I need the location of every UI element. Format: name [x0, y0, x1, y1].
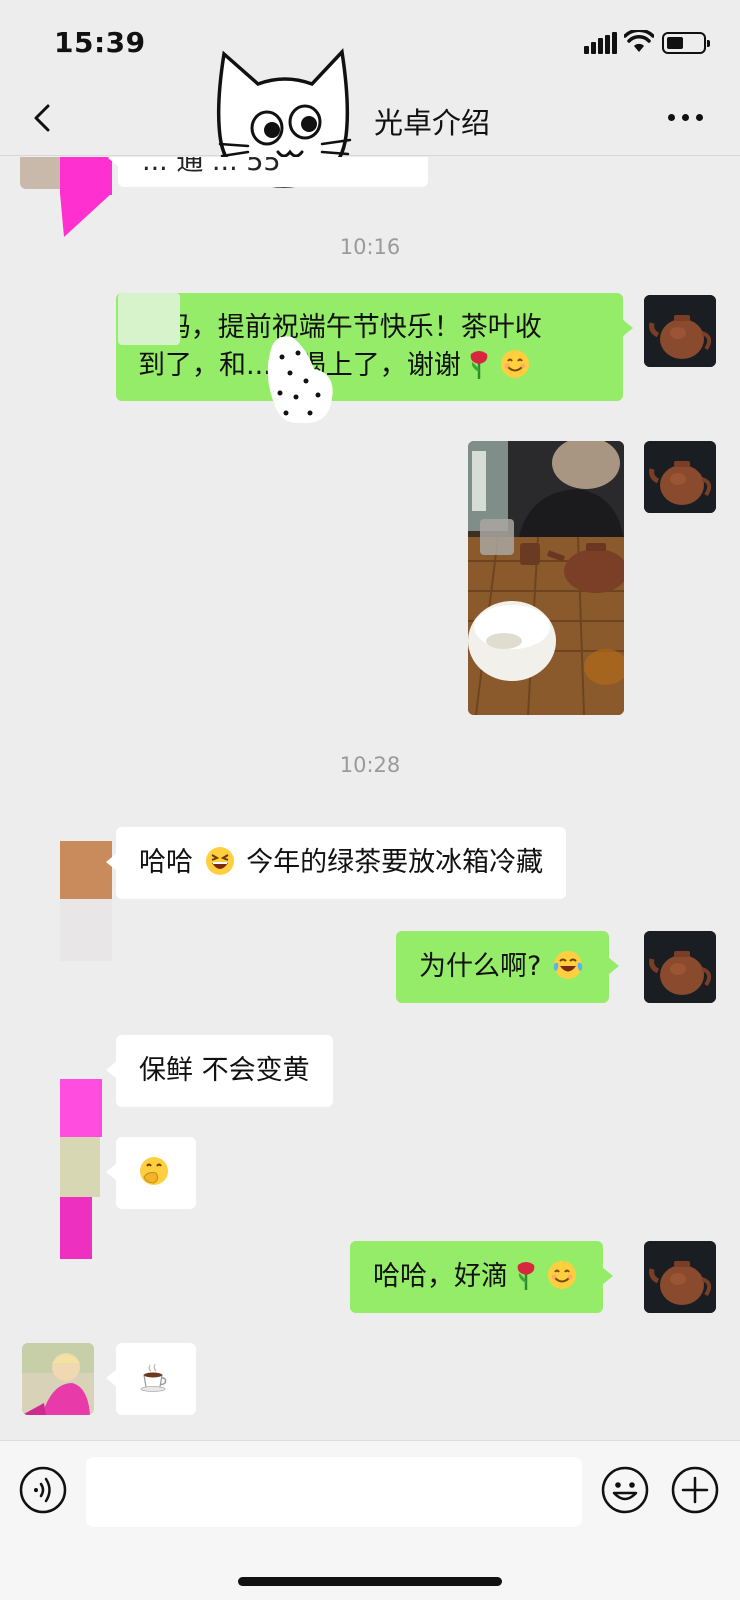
message-bubble[interactable] [106, 1137, 196, 1209]
home-indicator [238, 1577, 502, 1586]
message-timestamp: 10:28 [339, 753, 401, 777]
status-bar: 15:39 [0, 0, 740, 88]
battery-icon [662, 32, 710, 54]
emoji-picker-button[interactable] [600, 1465, 650, 1515]
cellular-signal-icon [584, 32, 618, 54]
shared-photo[interactable] [468, 441, 624, 715]
child-photo-avatar-icon [22, 1343, 94, 1415]
rose-icon [470, 351, 488, 379]
message-text-line: ...妈，提前祝端午节快乐！茶叶收 [138, 312, 542, 343]
smile-emoji-icon [500, 350, 529, 378]
my-avatar[interactable] [644, 1241, 716, 1313]
more-actions-plus-button[interactable] [670, 1465, 720, 1515]
message-list[interactable]: ... 通 ... 55 10:16 ...妈，提前祝端午节快乐！茶叶收 到了，… [0, 157, 740, 1440]
hot-beverage-icon [140, 1363, 167, 1392]
wifi-icon [624, 30, 654, 52]
tears-of-joy-emoji-icon [553, 951, 583, 979]
my-avatar[interactable] [644, 931, 716, 1003]
message-input[interactable] [86, 1457, 582, 1527]
teapot-avatar-icon [644, 1241, 716, 1313]
my-avatar[interactable] [644, 295, 716, 367]
message-bubble[interactable]: ...妈，提前祝端午节快乐！茶叶收 到了，和...都喝上了，谢谢 [116, 293, 633, 401]
teapot-avatar-icon [644, 295, 716, 367]
smile-emoji-icon [548, 1261, 576, 1289]
grinning-squint-emoji-icon [205, 847, 234, 875]
message-text: 为什么啊? [419, 951, 542, 982]
message-bubble[interactable] [106, 1343, 196, 1415]
teapot-avatar-icon [644, 441, 716, 513]
message-text: 保鲜 不会变黄 [139, 1055, 310, 1086]
message-text: 哈哈，好滴 [373, 1261, 508, 1292]
message-text: 今年的绿茶要放冰箱冷藏 [246, 847, 544, 878]
message-text: 哈哈 [139, 847, 193, 878]
voice-input-button[interactable] [18, 1465, 68, 1515]
message-bubble[interactable]: 哈哈，好滴 [350, 1241, 613, 1313]
status-time: 15:39 [54, 26, 146, 59]
input-bar [0, 1440, 740, 1600]
more-options-button[interactable] [668, 102, 712, 132]
message-bubble[interactable]: 保鲜 不会变黄 [106, 1035, 333, 1107]
my-avatar[interactable] [644, 441, 716, 513]
message-bubble[interactable]: ... 通 ... 55 [108, 157, 428, 187]
pink-sticker [60, 157, 112, 237]
contact-avatar-redacted[interactable] [60, 841, 112, 961]
back-chevron-icon[interactable] [24, 98, 64, 138]
chat-header: 光卓介绍 [0, 88, 740, 156]
chat-title: 光卓介绍 [374, 106, 491, 140]
rose-icon [517, 1262, 535, 1290]
censor-patch [118, 293, 180, 345]
teapot-avatar-icon [644, 931, 716, 1003]
message-bubble[interactable]: 为什么啊? [396, 931, 619, 1003]
contact-avatar-redacted[interactable] [60, 1079, 104, 1259]
message-bubble[interactable]: 哈哈 今年的绿茶要放冰箱冷藏 [105, 827, 567, 899]
hand-over-mouth-emoji-icon [140, 1157, 168, 1185]
contact-avatar[interactable] [22, 1343, 94, 1415]
dotted-censor-sticker [267, 336, 333, 424]
message-text: ... 通 ... 55 [142, 157, 281, 177]
message-timestamp: 10:16 [339, 235, 401, 259]
